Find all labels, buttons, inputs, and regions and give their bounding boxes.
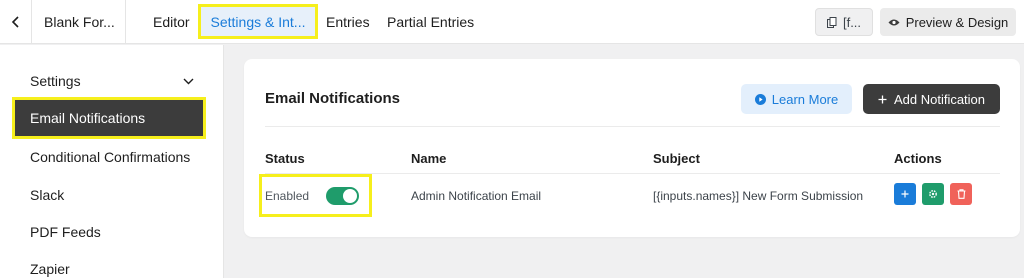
edit-settings-button[interactable] [922,183,944,205]
preview-design-label: Preview & Design [905,14,1009,30]
column-header-subject: Subject [653,151,700,166]
settings-sidebar: Settings Email Notifications Conditional… [0,45,224,278]
tab-entries[interactable]: Entries [326,0,370,44]
column-header-actions: Actions [894,151,942,166]
shortcode-copy-button[interactable]: [f... [815,8,873,36]
trash-icon [957,189,965,199]
plus-icon [878,95,887,103]
learn-more-button[interactable]: Learn More [741,84,852,114]
sidebar-item-label: Settings [30,73,81,89]
plus-icon [901,190,909,198]
tab-editor[interactable]: Editor [153,0,190,44]
divider [265,173,1000,174]
status-cell: Enabled [259,174,372,217]
delete-button[interactable] [950,183,972,205]
divider [265,126,1000,127]
chevron-left-icon [11,16,19,28]
notification-name: Admin Notification Email [411,189,542,203]
status-text: Enabled [265,188,310,203]
notification-subject: [{inputs.names}] New Form Submission [653,189,864,203]
page-title: Email Notifications [265,90,401,107]
column-header-name: Name [411,151,447,166]
eye-icon [888,19,900,25]
tab-partial-entries[interactable]: Partial Entries [387,0,474,44]
gear-icon [929,190,937,198]
email-notifications-card: Email Notifications Learn More Add Notif… [244,59,1020,237]
sidebar-item-zapier[interactable]: Zapier [30,261,70,277]
status-toggle[interactable] [326,186,360,205]
toggle-knob [343,188,358,203]
sidebar-item-pdf-feeds[interactable]: PDF Feeds [30,224,101,240]
column-header-status: Status [265,151,305,166]
learn-more-label: Learn More [771,91,839,107]
play-circle-icon [754,93,766,105]
add-notification-label: Add Notification [893,91,986,107]
chevron-down-icon [183,78,194,84]
tab-settings-integrations[interactable]: Settings & Int... [198,4,318,39]
sidebar-item-settings[interactable]: Settings [30,73,194,89]
sidebar-item-slack[interactable]: Slack [30,187,64,203]
copy-icon [826,16,837,28]
preview-design-button[interactable]: Preview & Design [880,8,1016,36]
form-title[interactable]: Blank For... [32,0,126,44]
back-button[interactable] [0,0,32,44]
duplicate-button[interactable] [894,183,916,205]
sidebar-item-email-notifications[interactable]: Email Notifications [12,97,206,139]
shortcode-label: [f... [842,14,862,30]
top-bar: Blank For... Editor Settings & Int... En… [0,0,1024,44]
add-notification-button[interactable]: Add Notification [863,84,1000,114]
sidebar-item-conditional-confirmations[interactable]: Conditional Confirmations [30,149,190,165]
